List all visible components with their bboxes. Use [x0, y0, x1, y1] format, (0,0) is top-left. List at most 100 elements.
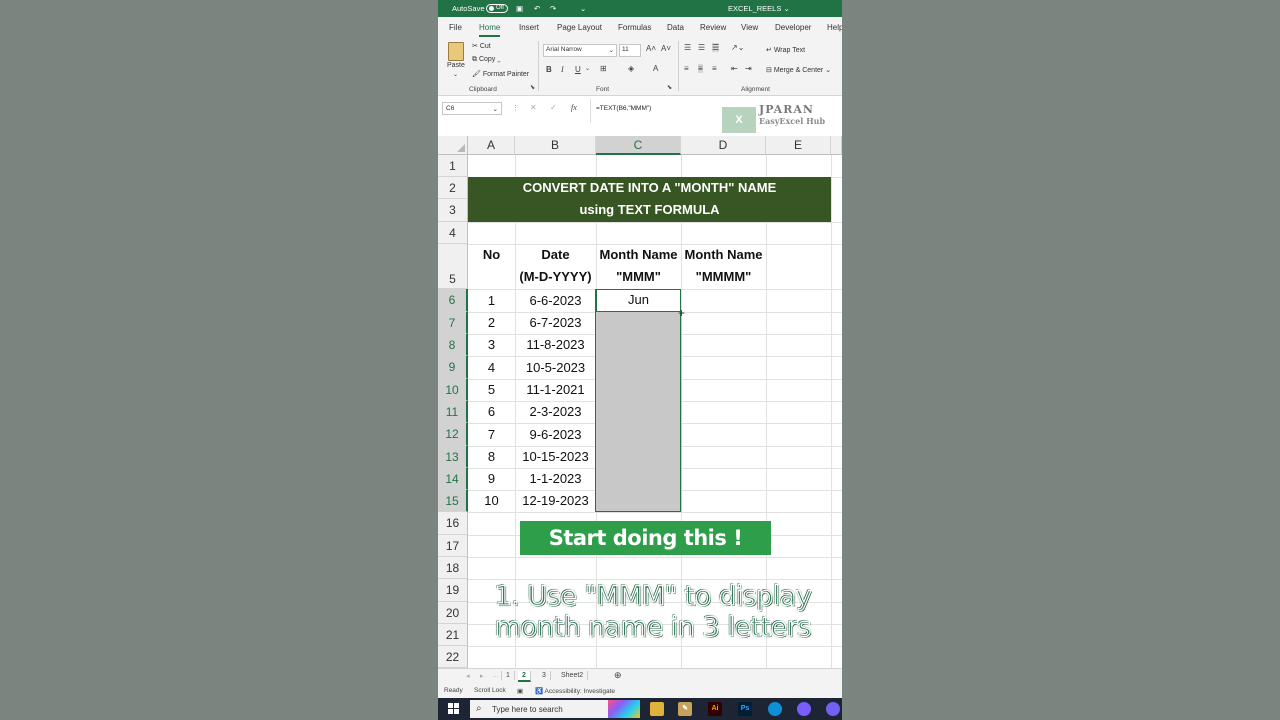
cell-date[interactable]: 1-1-2023: [515, 468, 596, 490]
formula-input[interactable]: =TEXT(B6,"MMM"): [596, 105, 651, 112]
column-header-e[interactable]: E: [766, 136, 831, 155]
row-header-12[interactable]: 12: [438, 423, 468, 446]
row-header-7[interactable]: 7: [438, 312, 468, 334]
cell-date[interactable]: 12-19-2023: [515, 490, 596, 512]
font-name-select[interactable]: Arial Narrow ⌄: [543, 44, 617, 57]
header-month-mmm[interactable]: Month Name "MMM": [596, 244, 681, 288]
italic-button[interactable]: I: [561, 65, 564, 74]
row-header-22[interactable]: 22: [438, 646, 468, 668]
cell-no[interactable]: 4: [468, 357, 515, 379]
underline-button[interactable]: U: [575, 65, 581, 74]
cell-date[interactable]: 2-3-2023: [515, 401, 596, 423]
column-header-a[interactable]: A: [468, 136, 515, 155]
add-sheet-icon[interactable]: ⊕: [614, 670, 622, 681]
row-header-15[interactable]: 15: [438, 490, 468, 512]
save-icon[interactable]: ▣: [516, 4, 523, 13]
row-header-10[interactable]: 10: [438, 379, 468, 401]
align-bottom-icon[interactable]: ☰: [712, 43, 720, 52]
column-header-c[interactable]: C: [596, 136, 681, 155]
tab-view[interactable]: View: [741, 23, 758, 32]
undo-icon[interactable]: ↶: [534, 4, 540, 13]
accessibility-button[interactable]: ♿ Accessibility: Investigate: [535, 687, 615, 695]
grow-font-icon[interactable]: A˄: [646, 44, 656, 53]
align-top-icon[interactable]: ☰: [684, 43, 691, 52]
merge-center-button[interactable]: ⊟ Merge & Center ⌄: [766, 66, 831, 74]
row-header-8[interactable]: 8: [438, 334, 468, 356]
windows-start-icon[interactable]: [448, 703, 460, 715]
orientation-icon[interactable]: ↗⌄: [731, 43, 744, 52]
wrap-text-button[interactable]: ↵ Wrap Text: [766, 46, 805, 54]
row-header-16[interactable]: 16: [438, 512, 468, 535]
row-header-14[interactable]: 14: [438, 468, 468, 490]
cell-no[interactable]: 5: [468, 379, 515, 401]
select-all-button[interactable]: [438, 136, 468, 155]
macro-record-icon[interactable]: ▣: [517, 687, 523, 695]
cell-no[interactable]: 2: [468, 312, 515, 334]
cell-no[interactable]: 9: [468, 468, 515, 490]
increase-indent-icon[interactable]: ⇥: [745, 64, 752, 73]
tab-file[interactable]: File: [449, 23, 462, 32]
photoshop-icon[interactable]: Ps: [738, 702, 752, 716]
tab-insert[interactable]: Insert: [519, 23, 539, 32]
scroll-right-icon[interactable]: ▸: [480, 672, 484, 680]
decrease-indent-icon[interactable]: ⇤: [731, 64, 738, 73]
bold-button[interactable]: B: [546, 65, 552, 74]
cell-date[interactable]: 11-8-2023: [515, 334, 596, 356]
header-month-mmmm[interactable]: Month Name "MMMM": [681, 244, 766, 288]
title-banner[interactable]: CONVERT DATE INTO A "MONTH" NAME using T…: [468, 177, 831, 222]
tab-review[interactable]: Review: [700, 23, 726, 32]
insert-function-icon[interactable]: fx: [571, 103, 577, 112]
fill-color-icon[interactable]: ◈: [628, 64, 634, 73]
row-header-17[interactable]: 17: [438, 535, 468, 557]
taskbar-search[interactable]: ⌕ Type here to search: [470, 700, 640, 718]
paste-button[interactable]: Paste ⌄: [444, 40, 468, 80]
active-cell-c6[interactable]: Jun: [596, 289, 681, 312]
column-header-f[interactable]: [831, 136, 842, 155]
sheet-tab-1[interactable]: 1: [501, 671, 515, 680]
file-name[interactable]: EXCEL_REELS ⌄: [728, 4, 790, 13]
align-center-icon[interactable]: ≡: [698, 64, 703, 73]
tab-page-layout[interactable]: Page Layout: [557, 23, 602, 32]
clipboard-launcher-icon[interactable]: ⬊: [530, 84, 535, 91]
borders-icon[interactable]: ⊞: [600, 64, 607, 73]
messenger-icon[interactable]: [797, 702, 811, 716]
redo-icon[interactable]: ↷: [550, 4, 556, 13]
cell-no[interactable]: 6: [468, 401, 515, 423]
cell-date[interactable]: 9-6-2023: [515, 424, 596, 446]
row-header-11[interactable]: 11: [438, 401, 468, 423]
cell-no[interactable]: 8: [468, 446, 515, 468]
header-date[interactable]: Date (M-D-YYYY): [515, 244, 596, 288]
row-header-13[interactable]: 13: [438, 446, 468, 468]
row-header-2[interactable]: 2: [438, 177, 468, 199]
align-left-icon[interactable]: ≡: [684, 64, 689, 73]
sheet-tab-3[interactable]: 3: [538, 671, 551, 680]
name-box[interactable]: C6 ⌄: [442, 102, 502, 115]
format-painter-button[interactable]: 🖌 Format Painter: [472, 70, 529, 78]
cell-no[interactable]: 1: [468, 290, 515, 312]
header-no[interactable]: No: [468, 244, 515, 266]
notepad-icon[interactable]: ✎: [678, 702, 692, 716]
align-right-icon[interactable]: ≡: [712, 64, 717, 73]
file-explorer-icon[interactable]: [650, 702, 664, 716]
font-size-select[interactable]: 11: [619, 44, 641, 57]
enter-icon[interactable]: ✓: [550, 103, 557, 112]
align-middle-icon[interactable]: ☰: [698, 43, 705, 52]
row-header-18[interactable]: 18: [438, 557, 468, 579]
underline-dropdown-icon[interactable]: ⌄: [585, 65, 590, 72]
cell-no[interactable]: 10: [468, 490, 515, 512]
customize-icon[interactable]: ⌄: [580, 4, 586, 13]
sheet-tab-2[interactable]: 2: [518, 671, 531, 682]
column-header-d[interactable]: D: [681, 136, 766, 155]
illustrator-icon[interactable]: Ai: [708, 702, 722, 716]
shrink-font-icon[interactable]: A˅: [661, 44, 671, 53]
scroll-left-icon[interactable]: ◂: [466, 672, 470, 680]
edge-browser-icon[interactable]: [768, 702, 782, 716]
row-header-6[interactable]: 6: [438, 289, 468, 312]
font-color-icon[interactable]: A: [653, 64, 658, 73]
tab-home[interactable]: Home: [479, 23, 501, 37]
row-header-4[interactable]: 4: [438, 222, 468, 244]
cell-date[interactable]: 10-15-2023: [515, 446, 596, 468]
copy-button[interactable]: ⧉ Copy ⌄: [472, 56, 501, 64]
cancel-icon[interactable]: ✕: [530, 103, 537, 112]
tab-formulas[interactable]: Formulas: [618, 23, 651, 32]
